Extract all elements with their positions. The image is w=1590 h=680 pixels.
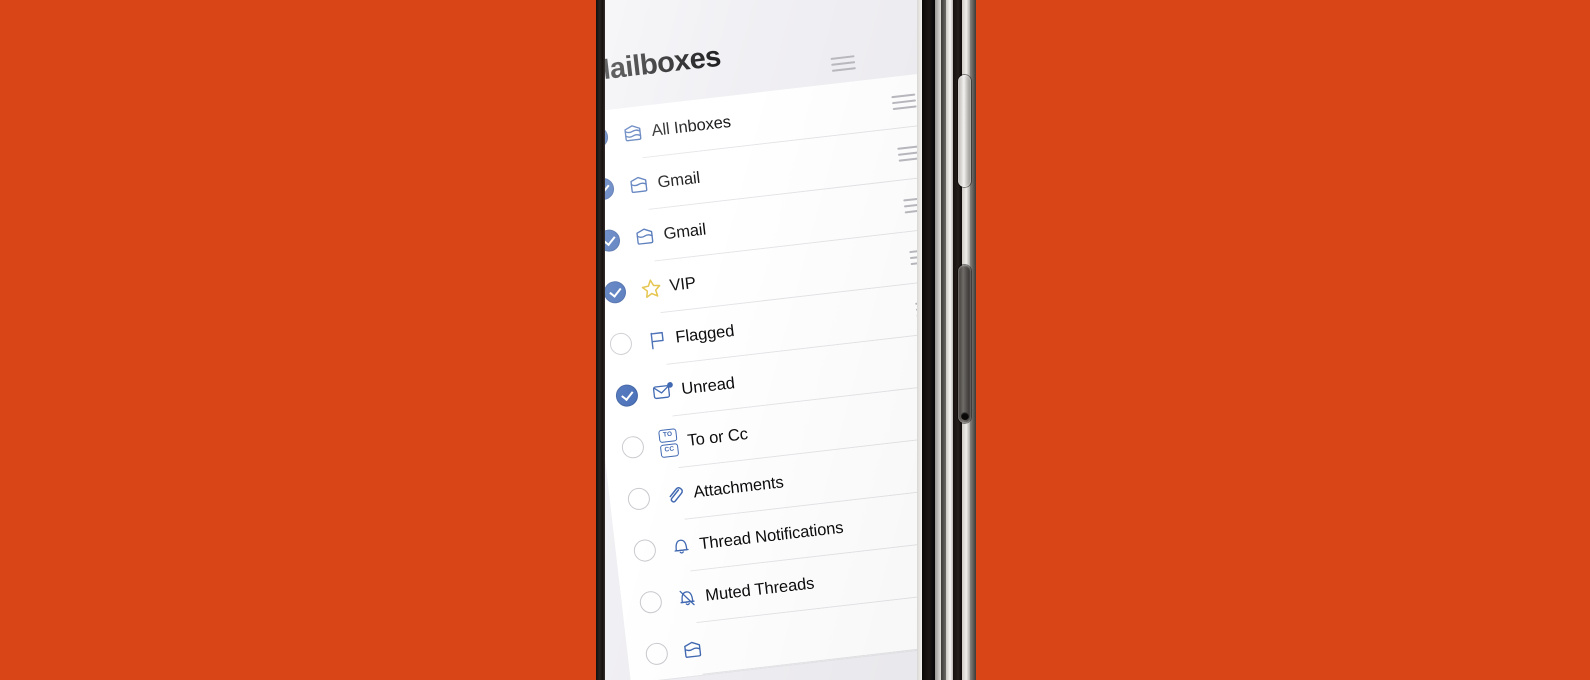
device-left-bezel [596, 0, 605, 680]
frame-layer-5 [946, 0, 953, 680]
all-inboxes-icon [615, 120, 651, 146]
page-title: Mailboxes [605, 40, 723, 88]
checkbox-checked[interactable] [614, 383, 640, 408]
phone-device: Mailboxes All Inboxes Gmail Gmail VIP Fl… [596, 0, 976, 680]
inbox-icon [627, 224, 663, 250]
mailbox-list: All Inboxes Gmail Gmail VIP Flagged Unre… [605, 72, 917, 680]
inbox-icon [674, 637, 710, 663]
mail-mailboxes-screen: Mailboxes All Inboxes Gmail Gmail VIP Fl… [605, 0, 917, 680]
drag-handle-icon[interactable] [897, 145, 917, 162]
paperclip-icon [656, 482, 692, 508]
volume-up-button[interactable] [958, 75, 971, 187]
star-icon [633, 275, 669, 302]
bell-icon [662, 534, 698, 560]
checkbox-unchecked[interactable] [626, 486, 652, 512]
drag-handle-nav[interactable] [830, 55, 856, 72]
checkbox-unchecked[interactable] [608, 331, 634, 357]
checkbox-checked[interactable] [605, 176, 616, 202]
to-or-cc-badge: TO [658, 428, 678, 444]
drag-handle-icon[interactable] [909, 248, 917, 266]
list-item-label: Thread Notifications [698, 518, 845, 553]
drag-handle-icon[interactable] [903, 196, 917, 214]
drag-handle-icon [830, 55, 856, 72]
to-or-cc-icon: TO CC [650, 427, 687, 459]
drag-handle-icon[interactable] [891, 93, 917, 111]
device-right-frame [917, 0, 976, 680]
microphone-hole [961, 412, 969, 420]
power-button[interactable] [958, 265, 971, 423]
checkbox-unchecked[interactable] [632, 538, 658, 563]
checkbox-unchecked[interactable] [620, 435, 646, 460]
checkbox-checked[interactable] [605, 280, 628, 305]
frame-layer-2 [922, 0, 935, 680]
bell-slash-icon [668, 585, 704, 611]
checkbox-checked[interactable] [605, 228, 622, 253]
to-or-cc-badge: CC [659, 443, 680, 459]
phone-screen: Mailboxes All Inboxes Gmail Gmail VIP Fl… [605, 0, 917, 680]
list-item-label [709, 620, 917, 648]
row-separator [702, 639, 917, 675]
flag-icon [639, 327, 675, 352]
unread-envelope-icon [645, 379, 681, 404]
checkbox-checked[interactable] [605, 125, 610, 150]
checkbox-unchecked[interactable] [644, 641, 670, 667]
list-item-label: Muted Threads [704, 573, 816, 605]
inbox-icon [621, 172, 657, 198]
checkbox-unchecked[interactable] [638, 590, 664, 615]
